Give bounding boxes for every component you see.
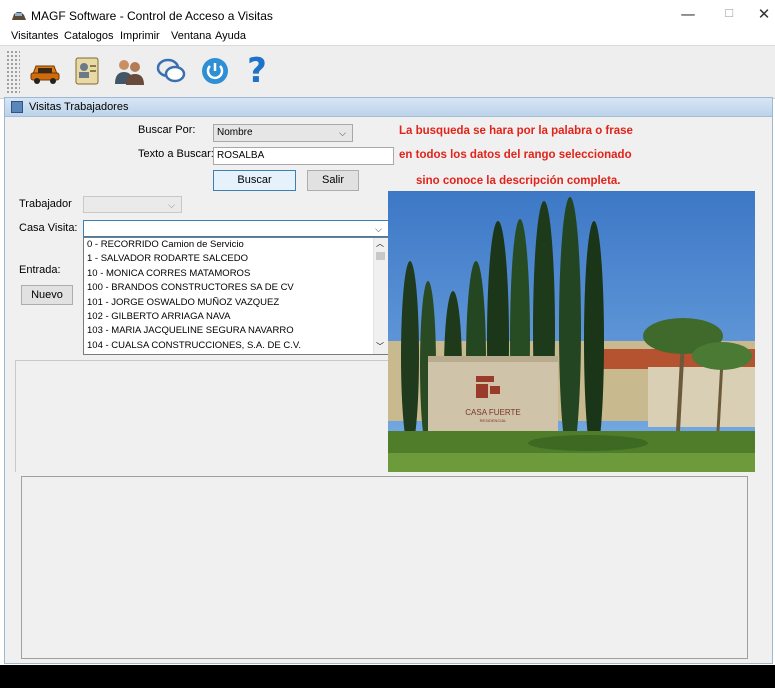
toolbar: ? [0,45,775,99]
trabajador-label: Trabajador [19,198,72,210]
menu-imprimir[interactable]: Imprimir [120,30,160,42]
app-logo-icon [11,9,27,21]
list-item[interactable]: 1 - SALVADOR RODARTE SALCEDO [84,252,388,266]
buscar-por-value: Nombre [217,127,253,138]
visitas-trabajadores-window: Visitas Trabajadores Buscar Por: Nombre … [4,97,773,664]
texto-buscar-label: Texto a Buscar: [138,148,214,160]
nuevo-button[interactable]: Nuevo [21,285,73,305]
chevron-down-icon: ⌵ [339,128,346,138]
salir-button[interactable]: Salir [307,170,359,191]
close-button[interactable]: ✕ [753,4,775,24]
texto-buscar-input[interactable]: ROSALBA [213,147,394,165]
buscar-por-select[interactable]: Nombre ⌵ [213,124,353,142]
internal-frame-title: Visitas Trabajadores [29,101,129,113]
scroll-up-icon[interactable]: ︿ [376,238,384,249]
minimize-button[interactable]: — [673,4,703,24]
details-panel [21,476,748,659]
power-icon[interactable] [196,51,234,91]
sign-subtext: RESIDENCIAL [480,418,507,423]
chevron-down-icon: ⌵ [375,224,382,234]
help-glyph: ? [247,51,267,91]
hint-line-1: La busqueda se hara por la palabra o fra… [399,125,633,137]
scroll-down-icon[interactable]: ﹀ [376,341,384,352]
window-titlebar: MAGF Software - Control de Acceso a Visi… [0,0,775,27]
sign-text: CASA FUERTE [465,408,520,417]
list-item[interactable]: 103 - MARIA JACQUELINE SEGURA NAVARRO [84,324,388,338]
entrada-label: Entrada: [19,264,61,276]
casa-visita-select[interactable]: ⌵ [83,220,389,237]
menu-catalogos[interactable]: Catalogos [64,30,114,42]
toolbar-grip[interactable] [6,50,20,94]
help-icon[interactable]: ? [238,51,276,91]
menu-ventana[interactable]: Ventana [171,30,211,42]
divider [15,360,388,361]
scroll-thumb[interactable] [376,252,385,260]
frame-icon [11,101,23,113]
chat-bubbles-icon[interactable] [152,51,190,91]
hint-line-2: en todos los datos del rango seleccionad… [399,149,632,161]
list-item[interactable]: 104 - CUALSA CONSTRUCCIONES, S.A. DE C.V… [84,339,388,353]
list-item[interactable]: 0 - RECORRIDO Camion de Servicio [84,238,388,252]
menu-bar: Visitantes Catalogos Imprimir Ventana Ay… [0,27,775,45]
car-icon[interactable] [26,51,64,91]
window-title: MAGF Software - Control de Acceso a Visi… [31,9,273,23]
hint-line-3: sino conoce la descripción completa. [416,175,621,187]
buscar-por-label: Buscar Por: [138,124,196,136]
chevron-down-icon: ⌵ [168,200,175,210]
texto-buscar-value: ROSALBA [217,150,265,161]
list-item[interactable]: 101 - JORGE OSWALDO MUÑOZ VAZQUEZ [84,296,388,310]
entrance-photo: CASA FUERTE RESIDENCIAL [388,191,755,472]
maximize-button[interactable]: ☐ [714,4,744,24]
trabajador-select[interactable]: ⌵ [83,196,182,213]
buscar-button[interactable]: Buscar [213,170,296,191]
menu-visitantes[interactable]: Visitantes [11,30,59,42]
casa-visita-label: Casa Visita: [19,222,78,234]
list-item[interactable]: 100 - BRANDOS CONSTRUCTORES SA DE CV [84,281,388,295]
users-icon[interactable] [110,51,148,91]
list-scrollbar[interactable]: ︿ ﹀ [373,238,388,354]
id-card-icon[interactable] [68,51,106,91]
list-item[interactable]: 102 - GILBERTO ARRIAGA NAVA [84,310,388,324]
internal-frame-titlebar[interactable]: Visitas Trabajadores [5,98,772,117]
list-item[interactable]: 10 - MONICA CORRES MATAMOROS [84,267,388,281]
status-bar [0,665,775,688]
menu-ayuda[interactable]: Ayuda [215,30,246,42]
casa-visita-dropdown-list[interactable]: 0 - RECORRIDO Camion de Servicio 1 - SAL… [83,237,389,355]
divider [15,360,16,472]
